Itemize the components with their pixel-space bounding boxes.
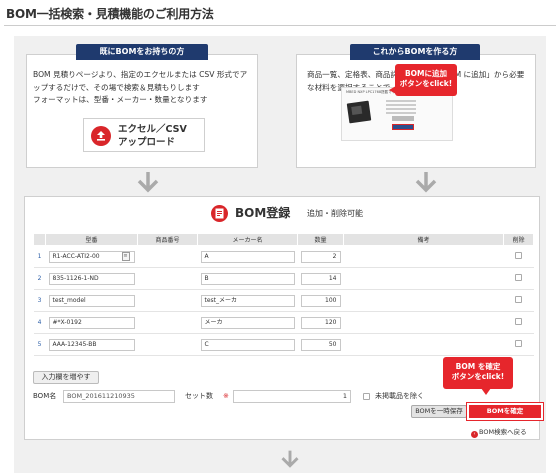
delete-checkbox[interactable] — [515, 252, 522, 259]
bom-register-subtitle: 追加・削除可能 — [307, 209, 363, 218]
upload-label-line2: アップロード — [118, 137, 176, 148]
part-number-input[interactable]: test_model — [48, 294, 135, 307]
table-row: 1 R1-ACC-ATI2-00 ≡ A 2 — [33, 245, 534, 268]
col-index — [33, 233, 46, 246]
row-number: 3 — [33, 289, 46, 312]
preview-spec-lines — [386, 100, 416, 116]
bom-table-header: 型番 商品番号 メーカー名 数量 備考 削除 — [33, 233, 534, 246]
col-notes: 備考 — [343, 233, 504, 246]
row-number: 1 — [33, 245, 46, 268]
table-row: 4 #*X-0192 メーカ 120 — [33, 311, 534, 334]
board-image — [346, 100, 372, 124]
exclude-unlisted-label: 未掲載品を除く — [375, 392, 424, 400]
maker-input[interactable]: C — [200, 338, 295, 351]
bom-name-label: BOM名 — [33, 392, 57, 400]
part-number-input[interactable]: 835-1126-1-ND — [48, 272, 135, 285]
quantity-input[interactable]: 14 — [300, 272, 341, 285]
quantity-input[interactable]: 2 — [300, 250, 341, 263]
part-number-input[interactable]: #*X-0192 — [48, 316, 135, 329]
table-row: 3 test_model test_メーカ 100 — [33, 289, 534, 312]
bom-name-input[interactable]: BOM_201611210935 — [63, 390, 175, 403]
upload-button-label: エクセル／CSV アップロード — [118, 123, 187, 149]
col-quantity: 数量 — [297, 233, 344, 246]
set-count-label: セット数 — [185, 392, 213, 400]
part-number-input[interactable]: AAA-12345-BB — [48, 338, 135, 351]
quantity-input[interactable]: 50 — [300, 338, 341, 351]
maker-input[interactable]: A — [200, 250, 295, 263]
down-arrow-icon — [281, 450, 299, 468]
col-part-number: 型番 — [45, 233, 138, 246]
delete-checkbox[interactable] — [515, 318, 522, 325]
required-mark: ※ — [223, 392, 229, 400]
maker-input[interactable]: メーカ — [200, 316, 295, 329]
document-icon — [211, 205, 228, 222]
bom-panel-header: BOM登録 追加・削除可能 — [25, 197, 539, 227]
page-title: BOM一括検索・見積機能のご利用方法 — [6, 7, 214, 21]
save-bom-temporarily-button[interactable]: BOMを一時保存 — [411, 405, 467, 418]
down-arrow-icon — [137, 172, 159, 193]
col-delete: 削除 — [503, 233, 534, 246]
existing-bom-card: BOM 見積りページより、指定のエクセルまたは CSV 形式でアップするだけで、… — [26, 54, 258, 168]
row-number: 4 — [33, 311, 46, 334]
back-link-label: BOM検索へ戻る — [479, 428, 527, 436]
preview-cart-button — [392, 116, 414, 121]
new-bom-card: 商品一覧、定格表、商品詳細ページの「BOM に追加」から必要な材料を選択すること… — [296, 54, 536, 168]
delete-checkbox[interactable] — [515, 274, 522, 281]
delete-checkbox[interactable] — [515, 340, 522, 347]
preview-add-to-bom-button — [392, 124, 414, 130]
row-number: 5 — [33, 333, 46, 356]
lookup-icon[interactable]: ≡ — [121, 252, 130, 261]
new-bom-tab: これからBOMを作る方 — [350, 44, 480, 60]
maker-input[interactable]: B — [200, 272, 295, 285]
upload-label-line1: エクセル／CSV — [118, 124, 187, 135]
add-rows-button[interactable]: 入力欄を増やす — [33, 371, 99, 384]
back-to-bom-search-link[interactable]: ‹ BOM検索へ戻る — [471, 426, 527, 438]
bom-settings-row: BOM名 BOM_201611210935 セット数 ※ 1 未掲載品を除く — [33, 389, 533, 405]
title-divider — [4, 25, 556, 26]
bom-register-panel: BOM登録 追加・削除可能 型番 商品番号 メーカー名 数量 備考 削除 1 R… — [24, 196, 544, 440]
down-arrow-icon — [415, 172, 437, 193]
set-count-input[interactable]: 1 — [233, 390, 351, 403]
add-to-bom-callout: BOMに追加 ボタンをclick! — [389, 64, 457, 96]
quantity-input[interactable]: 120 — [300, 316, 341, 329]
col-maker: メーカー名 — [197, 233, 298, 246]
bom-table: 型番 商品番号 メーカー名 数量 備考 削除 1 R1-ACC-ATI2-00 ≡… — [33, 233, 534, 356]
upload-icon — [91, 126, 111, 146]
quantity-input[interactable]: 100 — [300, 294, 341, 307]
bom-register-title: BOM登録 — [235, 206, 291, 220]
row-number: 2 — [33, 267, 46, 290]
maker-input[interactable]: test_メーカ — [200, 294, 295, 307]
col-item-number: 商品番号 — [137, 233, 198, 246]
existing-bom-description: BOM 見積りページより、指定のエクセルまたは CSV 形式でアップするだけで、… — [33, 70, 248, 104]
confirm-bom-callout: BOM を確定 ボタンをclick! — [443, 357, 513, 395]
page-header: BOM一括検索・見積機能のご利用方法 — [0, 0, 560, 28]
exclude-unlisted-checkbox[interactable] — [363, 393, 370, 400]
existing-bom-tab: 既にBOMをお持ちの方 — [76, 44, 208, 60]
excel-csv-upload-button[interactable]: エクセル／CSV アップロード — [83, 118, 205, 152]
table-row: 2 835-1126-1-ND B 14 — [33, 267, 534, 290]
confirm-bom-button[interactable]: BOMを確定 — [466, 402, 544, 421]
table-row: 5 AAA-12345-BB C 50 — [33, 333, 534, 356]
chevron-left-icon: ‹ — [471, 431, 478, 438]
delete-checkbox[interactable] — [515, 296, 522, 303]
